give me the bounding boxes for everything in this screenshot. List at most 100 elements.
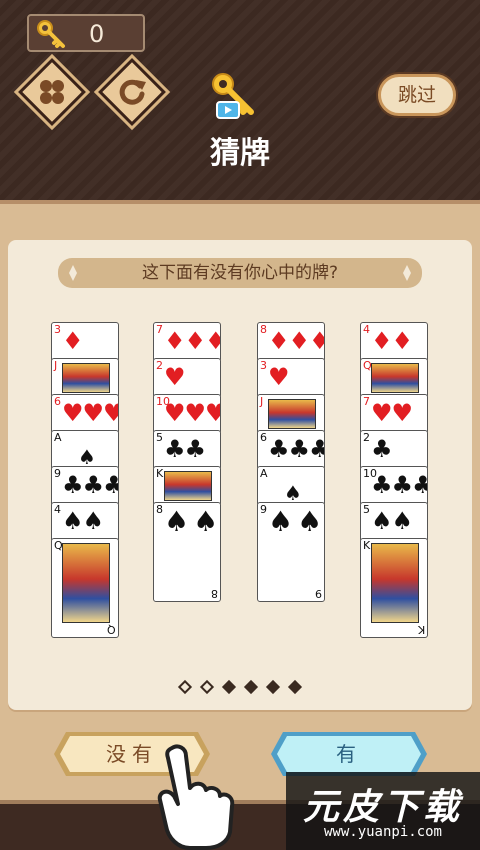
playing-card: 9 ♣♣♣ xyxy=(51,466,119,506)
card-pips: ♦♦♦ xyxy=(268,327,325,355)
face-card-art xyxy=(62,363,110,393)
face-card-art xyxy=(371,363,419,393)
playing-card: 5 ♠♠ xyxy=(360,502,428,542)
card-rank: 3 xyxy=(260,359,267,372)
card-pips: ♠♠ xyxy=(62,507,104,535)
card-pips: ♥ xyxy=(268,363,289,391)
card-pips: ♣♣ xyxy=(164,435,206,463)
card-pips: ♠♠♠♠♠♠♠♠ xyxy=(164,505,221,538)
card-rank: A xyxy=(260,467,268,480)
playing-card: 8 ♦♦♦ xyxy=(257,322,325,362)
card-rank: 6 xyxy=(260,431,267,444)
pointing-hand-icon xyxy=(157,744,235,850)
card-pips: ♥ xyxy=(164,363,185,391)
restart-button[interactable] xyxy=(98,58,166,126)
playing-card: 3 ♦ xyxy=(51,322,119,362)
key-counter: 0 xyxy=(27,14,145,52)
playing-card: 2 ♣ xyxy=(360,430,428,470)
face-card-art xyxy=(268,399,316,429)
watermark-url: www.yuanpi.com xyxy=(323,824,442,840)
card-rank: 2 xyxy=(156,359,163,372)
face-card-art xyxy=(371,543,419,623)
card-pips: ♥♥ xyxy=(371,399,413,427)
card-rank: 9 xyxy=(54,467,61,480)
card-pips: ♦ xyxy=(62,327,83,355)
playing-card: 8♠♠♠♠♠♠♠♠8 xyxy=(153,502,221,602)
card-rank: K xyxy=(156,467,164,480)
ornament-left-icon xyxy=(69,265,77,281)
playing-card: KK xyxy=(360,538,428,638)
card-pips: ♣♣♣ xyxy=(268,435,325,463)
page-title: 猜牌 xyxy=(210,136,270,171)
card-rank-bottom: 8 xyxy=(211,587,218,600)
playing-card: 2 ♥ xyxy=(153,358,221,398)
card-pips: ♣♣♣ xyxy=(62,471,119,499)
playing-card: Q xyxy=(360,358,428,398)
face-card-art xyxy=(164,471,212,501)
card-pips: ♣♣♣ xyxy=(371,471,428,499)
menu-button[interactable] xyxy=(18,58,86,126)
card-pips: ♦♦ xyxy=(371,327,413,355)
watermark: 元皮下载 www.yuanpi.com xyxy=(286,772,480,850)
card-rank: 8 xyxy=(156,503,163,516)
card-rank: 4 xyxy=(54,503,61,516)
pagination-dots xyxy=(177,679,304,695)
card-rank: J xyxy=(54,359,58,372)
restart-icon xyxy=(119,79,146,105)
playing-card: K xyxy=(153,466,221,506)
playing-card: J xyxy=(257,394,325,434)
playing-card: 7 ♦♦♦ xyxy=(153,322,221,362)
pagination-dot xyxy=(243,679,259,695)
playing-card: 6 ♣♣♣ xyxy=(257,430,325,470)
card-rank: K xyxy=(363,539,371,552)
video-key-icon xyxy=(212,73,254,119)
ornament-right-icon xyxy=(403,265,411,281)
playing-card: 3 ♥ xyxy=(257,358,325,398)
face-card-art xyxy=(62,543,110,623)
card-rank: 4 xyxy=(363,323,370,336)
playing-card: A ♠ xyxy=(51,430,119,470)
question-banner: 这下面有没有你心中的牌? xyxy=(58,258,422,288)
card-pips: ♠♠ xyxy=(371,507,413,535)
card-rank: 7 xyxy=(363,395,370,408)
pagination-dot xyxy=(221,679,237,695)
playing-card: 5 ♣♣ xyxy=(153,430,221,470)
card-rank-bottom: Q xyxy=(107,623,116,636)
card-rank: J xyxy=(260,395,264,408)
key-count: 0 xyxy=(89,20,105,48)
playing-card: J xyxy=(51,358,119,398)
card-rank-bottom: K xyxy=(417,623,425,636)
card-rank: 6 xyxy=(54,395,61,408)
playing-card: QQ xyxy=(51,538,119,638)
playing-card: A ♠ xyxy=(257,466,325,506)
grid-menu-icon xyxy=(40,80,64,104)
card-pips: ♦♦♦ xyxy=(164,327,221,355)
key-icon xyxy=(37,20,65,48)
playing-card: 10 ♣♣♣ xyxy=(360,466,428,506)
playing-card: 10 ♥♥♥ xyxy=(153,394,221,434)
pagination-dot xyxy=(287,679,303,695)
card-rank-bottom: 9 xyxy=(315,587,322,600)
playing-card: 9♠♠♠♠♠♠♠♠9 xyxy=(257,502,325,602)
card-rank: 3 xyxy=(54,323,61,336)
playing-card: 4 ♦♦ xyxy=(360,322,428,362)
playing-card: 4 ♠♠ xyxy=(51,502,119,542)
card-rank: 9 xyxy=(260,503,267,516)
card-rank: 2 xyxy=(363,431,370,444)
card-pips: ♠♠♠♠♠♠♠♠ xyxy=(268,505,325,538)
card-rank: 5 xyxy=(156,431,163,444)
playing-card: 6 ♥♥♥ xyxy=(51,394,119,434)
playing-card: 7 ♥♥ xyxy=(360,394,428,434)
card-rank: 8 xyxy=(260,323,267,336)
card-pips: ♥♥♥ xyxy=(62,399,119,427)
skip-button[interactable]: 跳过 xyxy=(378,74,456,116)
card-rank: 5 xyxy=(363,503,370,516)
card-pips: ♣ xyxy=(371,435,392,463)
pagination-dot xyxy=(199,679,215,695)
pagination-dot xyxy=(177,679,193,695)
card-rank: 7 xyxy=(156,323,163,336)
card-pips: ♥♥♥ xyxy=(164,399,221,427)
pagination-dot xyxy=(265,679,281,695)
watermark-title: 元皮下载 xyxy=(302,787,463,828)
card-rank: A xyxy=(54,431,62,444)
